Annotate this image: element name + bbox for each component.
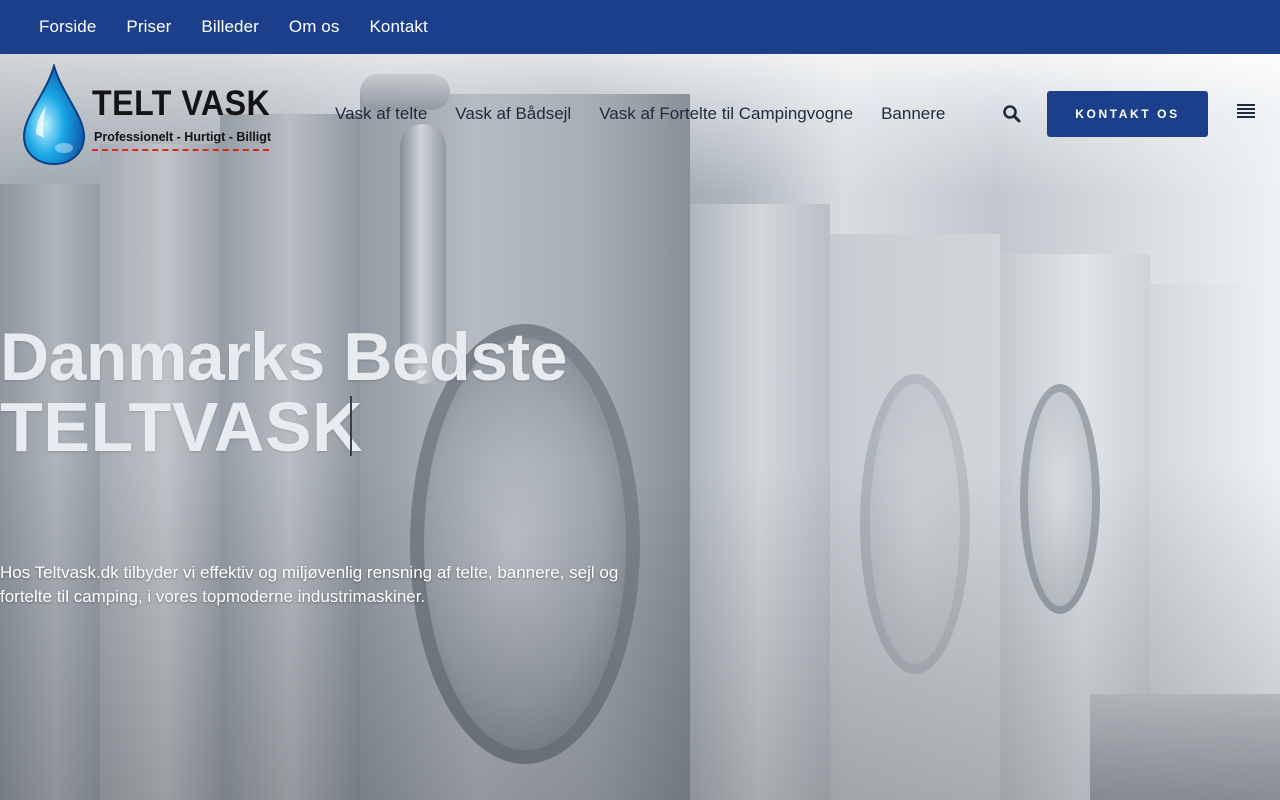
hero-title-line1: Danmarks Bedste [0, 319, 567, 395]
search-icon[interactable] [1002, 104, 1022, 124]
hero-title: Danmarks Bedste TELTVASK [0, 322, 567, 462]
nav-link-bannere[interactable]: Bannere [881, 104, 945, 124]
logo-title: TELT VASK [92, 84, 271, 123]
main-header: TELT VASK Professionelt - Hurtigt - Bill… [0, 54, 1280, 174]
top-bar: Forside Priser Billeder Om os Kontakt [0, 0, 1280, 54]
typing-cursor [350, 396, 352, 456]
nav-link-vask-af-fortelte[interactable]: Vask af Fortelte til Campingvogne [599, 104, 853, 124]
nav-link-vask-af-telte[interactable]: Vask af telte [335, 104, 427, 124]
kontakt-os-button[interactable]: KONTAKT OS [1047, 91, 1208, 137]
hero-title-line2: TELTVASK [0, 388, 364, 466]
topbar-link-billeder[interactable]: Billeder [201, 17, 259, 37]
nav-link-vask-af-badsejl[interactable]: Vask af Bådsejl [455, 104, 571, 124]
topbar-link-kontakt[interactable]: Kontakt [369, 17, 427, 37]
main-nav: Vask af telte Vask af Bådsejl Vask af Fo… [335, 104, 973, 124]
topbar-link-priser[interactable]: Priser [126, 17, 171, 37]
logo[interactable]: TELT VASK Professionelt - Hurtigt - Bill… [22, 64, 272, 166]
water-drop-icon [22, 64, 86, 166]
topbar-link-forside[interactable]: Forside [39, 17, 96, 37]
hero-description: Hos Teltvask.dk tilbyder vi effektiv og … [0, 563, 619, 606]
logo-tagline: Professionelt - Hurtigt - Billigt [92, 127, 271, 151]
menu-icon[interactable] [1237, 104, 1255, 122]
topbar-link-om-os[interactable]: Om os [289, 17, 340, 37]
